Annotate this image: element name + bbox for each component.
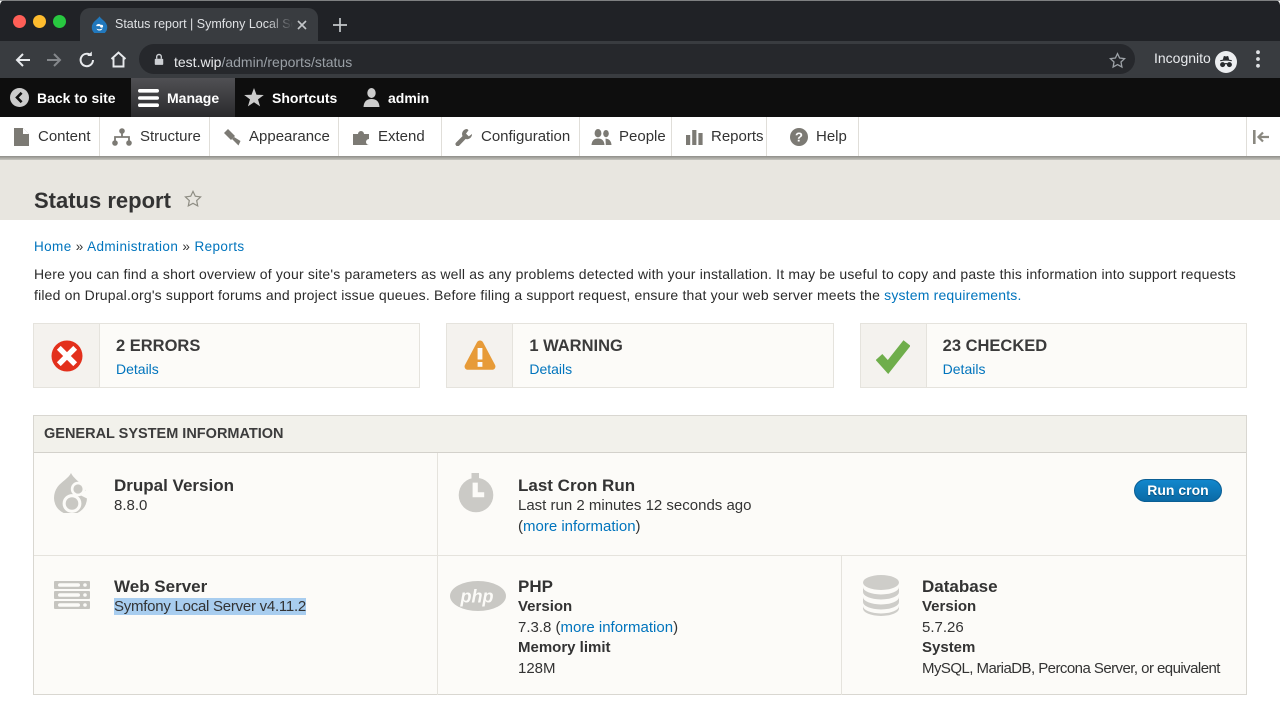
svg-text:?: ? [795,129,803,144]
svg-text:php: php [460,587,494,607]
